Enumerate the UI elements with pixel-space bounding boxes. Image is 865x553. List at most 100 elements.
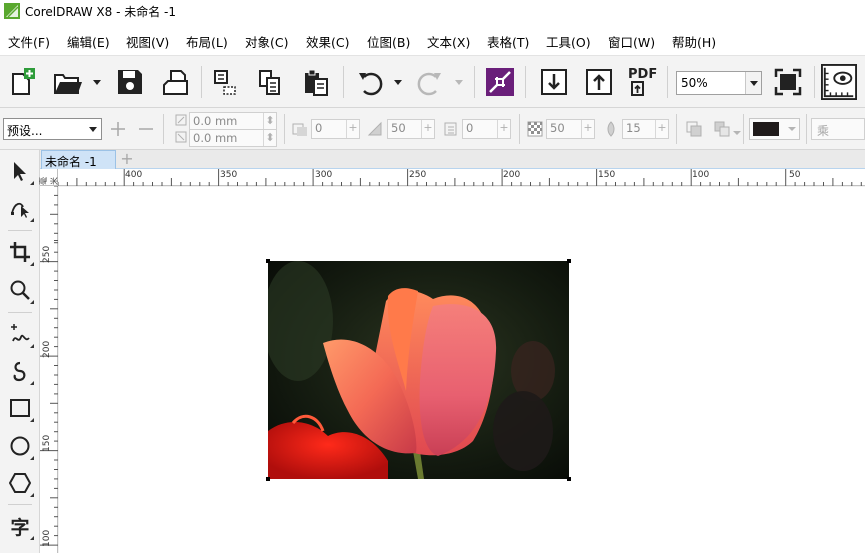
crop-tool-icon [10,242,30,262]
menu-edit[interactable]: 编辑(E) [67,32,110,51]
full-screen-button[interactable] [770,64,806,100]
value2-field[interactable]: 50 + [387,119,435,139]
x-offset-field[interactable]: 0.0 mm ⬍ [189,112,277,130]
tulip-bitmap-image[interactable] [268,261,569,479]
open-button[interactable] [50,64,86,100]
coreldraw-logo-icon [4,3,20,19]
page-boundary-marker [54,240,58,241]
ruler-label-h: 50 [789,170,801,180]
zoom-tool[interactable] [4,274,36,306]
zoom-level-combobox[interactable]: 50% [676,71,762,95]
menu-bitmaps[interactable]: 位图(B) [367,32,410,51]
import-arrow-button[interactable] [536,64,572,100]
vertical-ruler[interactable]: 250 200 150 100 [40,169,58,553]
selection-handle[interactable] [567,477,571,481]
open-folder-icon [54,74,82,94]
edge-mode-dropdown[interactable] [733,131,741,135]
undo-button[interactable] [352,64,388,100]
new-document-button[interactable] [4,64,40,100]
menu-text[interactable]: 文本(X) [427,32,470,51]
options-button[interactable] [821,64,857,100]
paste-icon [305,69,328,96]
preset-select[interactable]: 预设... [3,118,102,140]
shape-tool-icon [11,202,29,218]
menu-tools[interactable]: 工具(O) [546,32,591,51]
menu-help[interactable]: 帮助(H) [672,32,716,51]
remove-preset-icon[interactable] [138,121,154,137]
chevron-down-icon [788,127,796,131]
ellipse-tool[interactable] [4,430,36,462]
transparency-field[interactable]: 50 + [546,119,595,139]
print-button[interactable] [158,64,194,100]
undo-dropdown-arrow[interactable] [394,80,402,85]
toolbox: 字 [0,150,40,553]
import-button[interactable] [206,64,242,100]
shape-tool[interactable] [4,192,36,224]
value1-field[interactable]: 0 + [311,119,360,139]
spin-plus[interactable]: + [421,120,434,138]
ruler-ticks [40,185,58,546]
menu-file[interactable]: 文件(F) [8,32,50,51]
artistic-media-tool[interactable] [4,355,36,387]
selection-handle[interactable] [266,259,270,263]
y-offset-field[interactable]: 0.0 mm ⬍ [189,129,277,147]
paste-button[interactable] [298,64,334,100]
selection-handle[interactable] [266,477,270,481]
pick-tool[interactable] [4,155,36,187]
spin-plus[interactable]: + [346,120,359,138]
open-dropdown-arrow[interactable] [93,80,101,85]
export-pdf-button[interactable]: PDF [625,64,661,100]
chevron-down-icon [89,127,97,132]
menu-window[interactable]: 窗口(W) [608,32,655,51]
ruler-label-v: 200 [42,340,52,358]
redo-button[interactable] [412,64,448,100]
feather-direction-icon[interactable] [686,121,702,137]
polygon-tool[interactable] [4,467,36,499]
spin-arrows[interactable]: ⬍ [263,113,276,129]
tab-untitled-1[interactable]: 未命名 -1 [41,150,116,169]
redo-dropdown-arrow[interactable] [455,80,463,85]
shadow-color-picker[interactable] [749,118,800,140]
title-bar: CorelDRAW X8 - 未命名 -1 [0,0,865,22]
undo-icon [359,72,383,96]
copy-button[interactable] [252,64,288,100]
zoom-dropdown-arrow[interactable] [745,72,761,94]
toolbar-separator [343,66,344,98]
menu-effects[interactable]: 效果(C) [306,32,349,51]
add-preset-icon[interactable] [110,121,126,137]
ruler-origin[interactable]: 毫米 [39,169,59,186]
spin-plus[interactable]: + [655,120,668,138]
value3-field[interactable]: 0 + [462,119,511,139]
flyout-corner [30,493,34,497]
ellipse-tool-icon [10,436,30,456]
edge-mode-icon[interactable] [714,121,730,137]
freehand-tool[interactable] [4,318,36,350]
horizontal-ruler[interactable]: 400 350 300 250 200 150 100 50 [58,169,865,186]
text-tool[interactable]: 字 [4,510,36,542]
menu-table[interactable]: 表格(T) [487,32,529,51]
value3-value: 0 [466,121,474,135]
spin-plus[interactable]: + [581,120,594,138]
menu-object[interactable]: 对象(C) [245,32,288,51]
import-icon [214,70,236,95]
rectangle-tool[interactable] [4,392,36,424]
menu-view[interactable]: 视图(V) [126,32,169,51]
rectangle-tool-icon [10,399,30,417]
corel-connect-button[interactable] [482,64,518,100]
menu-layout[interactable]: 布局(L) [186,32,228,51]
toolbar-separator [474,66,475,98]
window-title: CorelDRAW X8 - 未命名 -1 [25,5,177,19]
spin-arrows[interactable]: ⬍ [263,130,276,146]
toolbar-separator [667,66,668,98]
corel-connect-icon [486,68,514,96]
new-document-tab-button[interactable]: + [118,151,136,167]
flyout-corner [30,418,34,422]
selection-handle[interactable] [567,259,571,263]
export-button[interactable] [581,64,617,100]
save-button[interactable] [112,64,148,100]
merge-mode-select[interactable]: 乘 [811,118,865,140]
feather-field[interactable]: 15 + [622,119,669,139]
ruler-label-h: 100 [692,170,710,180]
spin-plus[interactable]: + [497,120,510,138]
crop-tool[interactable] [4,236,36,268]
